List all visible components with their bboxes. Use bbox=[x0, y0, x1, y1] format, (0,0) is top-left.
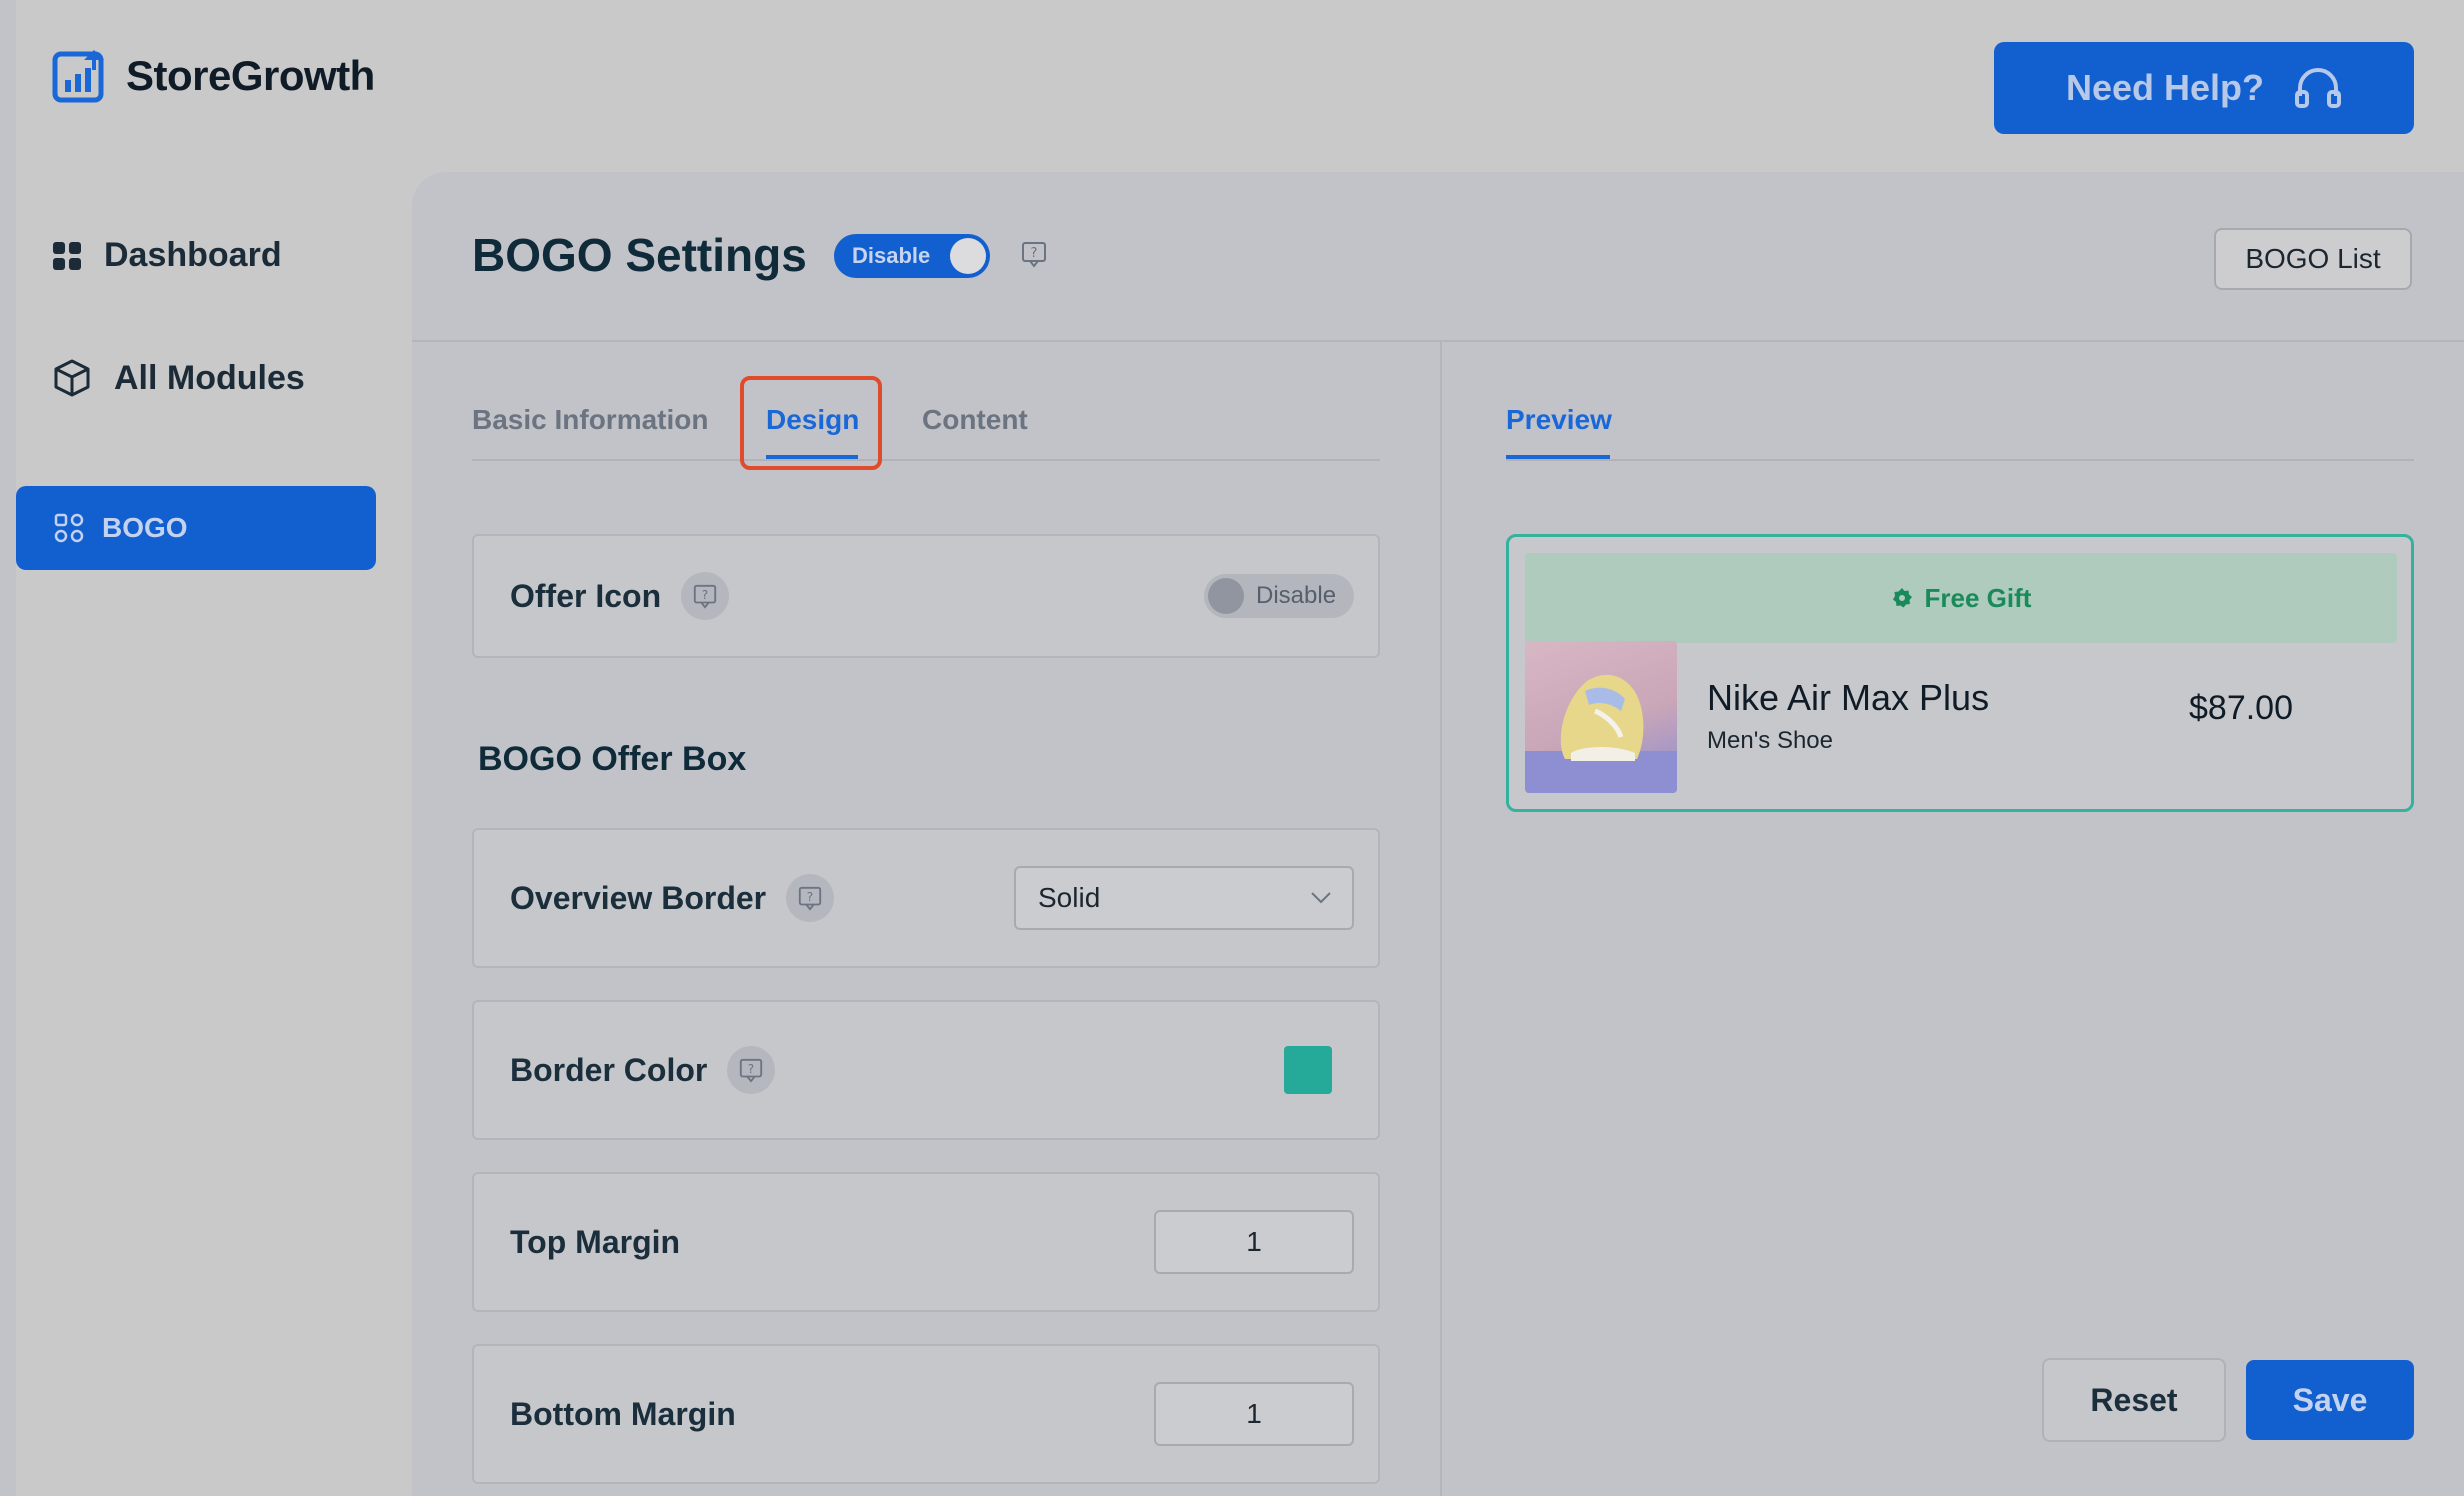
tab-content[interactable]: Content bbox=[922, 404, 1028, 436]
top-margin-label: Top Margin bbox=[510, 1223, 681, 1260]
toggle-label: Disable bbox=[852, 243, 931, 268]
svg-text:?: ? bbox=[702, 588, 708, 602]
sidebar-item-label: Dashboard bbox=[104, 236, 282, 274]
bottom-margin-label: Bottom Margin bbox=[510, 1395, 736, 1432]
tab-bar-line bbox=[472, 459, 1380, 461]
svg-text:?: ? bbox=[1031, 246, 1038, 261]
cube-icon bbox=[54, 359, 90, 397]
offer-icon-label: Offer Icon bbox=[510, 577, 662, 614]
tab-basic-information[interactable]: Basic Information bbox=[472, 404, 708, 436]
app-root: StoreGrowth Need Help? Dashboard All Mod… bbox=[0, 0, 2464, 1496]
overview-border-row: Overview Border ? Solid bbox=[472, 828, 1380, 968]
section-title: BOGO Offer Box bbox=[478, 740, 747, 778]
need-help-label: Need Help? bbox=[2065, 67, 2265, 108]
bar-chart-logo-icon bbox=[52, 50, 104, 103]
border-color-row: Border Color ? bbox=[472, 1000, 1380, 1140]
svg-text:?: ? bbox=[748, 1062, 754, 1076]
product-price: $87.00 bbox=[2189, 689, 2293, 727]
help-icon[interactable]: ? bbox=[727, 1046, 776, 1094]
bottom-margin-row: Bottom Margin 1 bbox=[472, 1344, 1380, 1484]
bogo-enable-toggle[interactable]: Disable bbox=[834, 234, 990, 278]
column-divider bbox=[1440, 342, 1442, 1496]
preview-tab-indicator bbox=[1506, 455, 1610, 459]
select-value: Solid bbox=[1038, 882, 1101, 913]
top-margin-row: Top Margin 1 bbox=[472, 1172, 1380, 1312]
toggle-knob bbox=[950, 238, 986, 274]
bogo-icon bbox=[54, 513, 84, 543]
border-color-label: Border Color bbox=[510, 1051, 708, 1088]
sidebar-item-all-modules[interactable]: All Modules bbox=[52, 358, 305, 398]
sidebar-item-bogo[interactable]: BOGO bbox=[16, 486, 376, 570]
product-image bbox=[1525, 641, 1677, 793]
brand-name: StoreGrowth bbox=[126, 52, 375, 99]
toggle-knob bbox=[1208, 578, 1244, 614]
product-subtitle: Men's Shoe bbox=[1707, 727, 1833, 754]
top-margin-input[interactable]: 1 bbox=[1154, 1210, 1354, 1274]
toggle-label: Disable bbox=[1256, 582, 1337, 609]
window-edge bbox=[0, 0, 16, 1496]
help-icon[interactable]: ? bbox=[1020, 240, 1048, 268]
need-help-button[interactable]: Need Help? bbox=[1994, 42, 2414, 134]
product-name: Nike Air Max Plus bbox=[1707, 677, 1990, 718]
help-icon[interactable]: ? bbox=[786, 874, 835, 922]
chevron-down-icon bbox=[1311, 892, 1331, 904]
bottom-margin-input[interactable]: 1 bbox=[1154, 1382, 1354, 1446]
headset-icon bbox=[2295, 68, 2342, 108]
bogo-list-button[interactable]: BOGO List bbox=[2214, 228, 2412, 290]
dashboard-grid-icon bbox=[53, 241, 81, 270]
design-tab-highlight bbox=[740, 376, 882, 470]
overview-border-label: Overview Border bbox=[510, 879, 767, 916]
help-icon[interactable]: ? bbox=[681, 572, 730, 620]
main-panel: BOGO Settings Disable ? BOGO List Basic … bbox=[412, 172, 2464, 1496]
save-button[interactable]: Save bbox=[2246, 1360, 2414, 1440]
svg-text:?: ? bbox=[807, 890, 813, 904]
overview-border-select[interactable]: Solid bbox=[1014, 866, 1354, 930]
offer-icon-row: Offer Icon ? Disable bbox=[472, 534, 1380, 658]
free-gift-label: Free Gift bbox=[1924, 582, 2032, 613]
bogo-preview-card: Free Gift Nike Air Max Plus Men's Shoe $… bbox=[1506, 534, 2414, 812]
offer-icon-toggle[interactable]: Disable bbox=[1204, 574, 1354, 618]
reset-button[interactable]: Reset bbox=[2042, 1358, 2226, 1442]
sidebar-item-label: BOGO bbox=[102, 512, 188, 543]
brand-logo[interactable]: StoreGrowth bbox=[52, 48, 375, 104]
preview-tab-line bbox=[1506, 459, 2414, 461]
border-color-swatch[interactable] bbox=[1284, 1046, 1332, 1094]
sidebar-item-label: All Modules bbox=[114, 358, 305, 397]
badge-icon bbox=[1892, 588, 1912, 608]
sidebar-item-dashboard[interactable]: Dashboard bbox=[52, 236, 282, 275]
free-gift-banner: Free Gift bbox=[1525, 553, 2397, 643]
page-title: BOGO Settings bbox=[472, 229, 807, 281]
page-header: BOGO Settings Disable ? BOGO List bbox=[412, 172, 2464, 342]
tab-preview[interactable]: Preview bbox=[1506, 404, 1612, 436]
